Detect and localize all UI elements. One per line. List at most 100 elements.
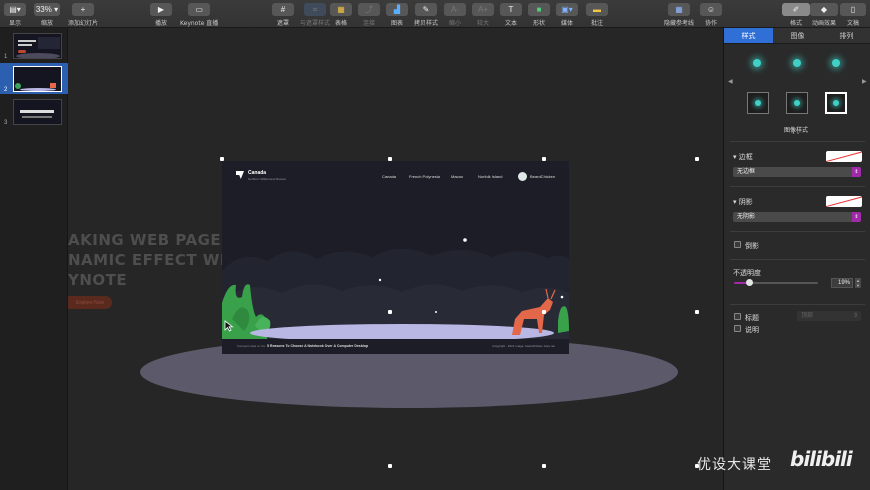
chart-icon: ▟ bbox=[386, 3, 408, 16]
style-mask-icon: ⌗ bbox=[304, 3, 326, 16]
tab-image[interactable]: 图像 bbox=[773, 28, 822, 43]
mask-button[interactable]: # 遮罩 bbox=[272, 3, 294, 27]
border-select[interactable]: 无边框 ⇕ bbox=[733, 167, 861, 177]
opacity-stepper[interactable]: ▲ ▼ bbox=[855, 278, 861, 288]
image-style-preset-4[interactable] bbox=[747, 92, 769, 114]
shadow-color-swatch[interactable] bbox=[826, 196, 862, 207]
style-mask-button[interactable]: ⌗ 与遮罩样式 bbox=[300, 3, 330, 27]
shape-button[interactable]: ■ 形状 bbox=[528, 3, 550, 27]
animate-button[interactable]: ◆ 动画效果 bbox=[810, 3, 838, 27]
opacity-slider-knob[interactable] bbox=[746, 279, 754, 286]
select-arrow-icon: ⇕ bbox=[852, 212, 861, 222]
slide-thumbnail-1[interactable]: 1 bbox=[0, 30, 68, 61]
collaborate-button[interactable]: ☺ 协作 bbox=[700, 3, 722, 27]
preset-glow-icon bbox=[755, 100, 761, 106]
preset-glow-icon bbox=[794, 100, 800, 106]
plus-icon: + bbox=[72, 3, 94, 16]
resize-handle[interactable] bbox=[695, 310, 699, 314]
opacity-field[interactable]: 19% bbox=[831, 278, 853, 288]
opacity-slider[interactable] bbox=[734, 279, 818, 286]
title-label: 标题 bbox=[745, 314, 759, 322]
border-color-swatch[interactable] bbox=[826, 151, 862, 162]
preset-glow-icon bbox=[832, 59, 840, 67]
slide-nav-link: Norfolk Island bbox=[478, 174, 503, 179]
document-button[interactable]: ▯ 文稿 bbox=[840, 3, 866, 27]
divider bbox=[730, 259, 865, 260]
keynote-live-button[interactable]: ▭ Keynote 直播 bbox=[180, 3, 218, 27]
play-icon: ▶ bbox=[150, 3, 172, 16]
text-button[interactable]: T 文本 bbox=[500, 3, 522, 27]
image-style-preset-2[interactable] bbox=[786, 52, 808, 74]
enlarge-button[interactable]: A+ 较大 bbox=[472, 3, 494, 27]
opacity-label: 不透明度 bbox=[733, 269, 761, 277]
resize-handle[interactable] bbox=[388, 157, 392, 161]
add-slide-button[interactable]: + 添加幻灯片 bbox=[68, 3, 98, 27]
preset-prev-icon[interactable]: ◀ bbox=[728, 78, 733, 85]
copy-style-button[interactable]: ✎ 拷贝样式 bbox=[414, 3, 438, 27]
play-button[interactable]: ▶ 播放 bbox=[150, 3, 172, 27]
resize-handle[interactable] bbox=[388, 310, 392, 314]
hide-guides-button[interactable]: ▦ 隐藏参考线 bbox=[664, 3, 694, 27]
comment-button[interactable]: ▬ 批注 bbox=[586, 3, 608, 27]
border-disclosure[interactable]: ▾ 边框 bbox=[733, 152, 753, 162]
selected-image[interactable]: Canada Northern Wilderness Reveal Canada… bbox=[222, 161, 569, 354]
image-style-preset-6[interactable] bbox=[825, 92, 847, 114]
image-style-preset-5[interactable] bbox=[786, 92, 808, 114]
title-position-select[interactable]: 顶部 ⇕ bbox=[797, 311, 861, 321]
shadow-disclosure[interactable]: ▾ 阴影 bbox=[733, 197, 753, 207]
slide-footer-copyright: Copyright · 2021 image: beardchicken.sit… bbox=[492, 344, 555, 348]
divider bbox=[730, 304, 865, 305]
slide-preview bbox=[13, 66, 62, 92]
format-button[interactable]: ✐ 格式 bbox=[782, 3, 810, 27]
resize-handle[interactable] bbox=[388, 464, 392, 468]
format-brush-icon: ✐ bbox=[782, 3, 810, 16]
reflection-label: 倒影 bbox=[745, 242, 759, 250]
resize-handle[interactable] bbox=[542, 157, 546, 161]
image-style-preset-1[interactable] bbox=[746, 52, 768, 74]
slide-brand: Canada bbox=[248, 170, 267, 176]
slide-nav-link: French Polynesia bbox=[409, 174, 440, 179]
resize-handle[interactable] bbox=[220, 157, 224, 161]
title-checkbox[interactable] bbox=[734, 313, 741, 320]
watermark-text: 优设大课堂 bbox=[697, 457, 772, 473]
reflection-checkbox[interactable] bbox=[734, 241, 741, 248]
comment-icon: ▬ bbox=[586, 3, 608, 16]
select-arrow-icon: ⇕ bbox=[852, 167, 861, 177]
caption-checkbox[interactable] bbox=[734, 325, 741, 332]
slide-preview bbox=[13, 33, 62, 59]
chart-button[interactable]: ▟ 图表 bbox=[386, 3, 408, 27]
slide-footer-left: Sunspots data on the bbox=[237, 344, 266, 348]
slide-nav-link: Macao bbox=[451, 174, 464, 179]
zoom-menu[interactable]: 33% ▾ 缩放 bbox=[34, 3, 60, 27]
bilibili-logo: bilibili bbox=[790, 447, 853, 471]
shrink-button[interactable]: A- 缩小 bbox=[444, 3, 466, 27]
media-button[interactable]: ▣▾ 媒体 bbox=[556, 3, 578, 27]
guides-icon: ▦ bbox=[668, 3, 690, 16]
border-label: 边框 bbox=[738, 153, 753, 161]
live-icon: ▭ bbox=[188, 3, 211, 16]
preset-glow-icon bbox=[753, 59, 761, 67]
resize-handle[interactable] bbox=[542, 310, 546, 314]
slide-thumbnail-3[interactable]: 3 bbox=[0, 96, 68, 127]
mask-icon: # bbox=[272, 3, 294, 16]
resize-handle[interactable] bbox=[542, 464, 546, 468]
avatar bbox=[518, 172, 527, 181]
slide-thumbnail-2[interactable]: 2 bbox=[0, 63, 68, 94]
link-icon: ⤴ bbox=[358, 3, 380, 16]
shadow-select[interactable]: 无阴影 ⇕ bbox=[733, 212, 861, 222]
link-button[interactable]: ⤴ 连接 bbox=[358, 3, 380, 27]
resize-handle[interactable] bbox=[695, 157, 699, 161]
divider bbox=[730, 231, 865, 232]
view-menu[interactable]: ▤▾ 显示 bbox=[4, 3, 26, 27]
preset-glow-icon bbox=[833, 100, 839, 106]
slide-canvas[interactable]: AKING WEB PAGE NAMIC EFFECT WITH YNOTE E… bbox=[68, 28, 723, 490]
slide-nav-link: Canada bbox=[382, 174, 397, 179]
image-style-preset-3[interactable] bbox=[825, 52, 847, 74]
preset-next-icon[interactable]: ▶ bbox=[862, 78, 867, 85]
table-button[interactable]: ▦ 表格 bbox=[330, 3, 352, 27]
eyedropper-icon: ✎ bbox=[415, 3, 437, 16]
tab-arrange[interactable]: 排列 bbox=[822, 28, 870, 43]
background-button: Explore Now bbox=[68, 296, 112, 309]
table-icon: ▦ bbox=[330, 3, 352, 16]
tab-style[interactable]: 样式 bbox=[724, 28, 773, 43]
